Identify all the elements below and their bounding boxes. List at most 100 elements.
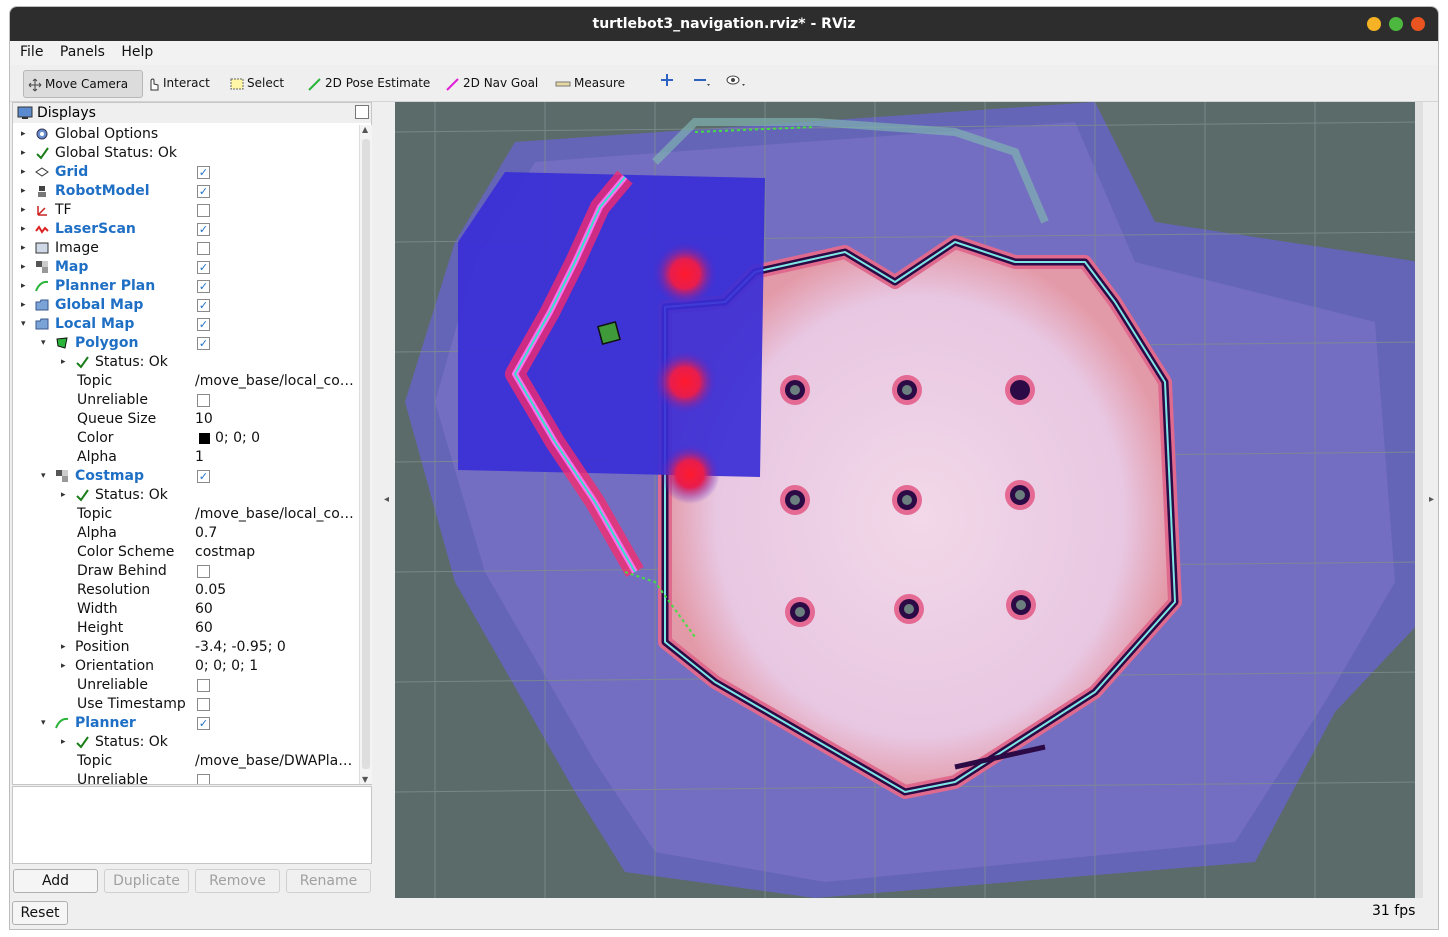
collapse-arrow-icon[interactable]: ▾ xyxy=(41,334,46,353)
undock-button[interactable] xyxy=(355,105,369,119)
property-value[interactable]: 0; 0; 0; 1 xyxy=(195,657,258,676)
close-button[interactable] xyxy=(1411,17,1425,31)
nav-goal-button[interactable]: 2D Nav Goal xyxy=(442,70,542,96)
expand-arrow-icon[interactable]: ▸ xyxy=(21,277,26,296)
property-value[interactable]: 0.05 xyxy=(195,581,226,600)
display-row[interactable]: Draw Behind xyxy=(13,562,359,581)
expand-arrow-icon[interactable]: ▸ xyxy=(61,657,66,676)
expand-arrow-icon[interactable]: ▸ xyxy=(21,144,26,163)
expand-arrow-icon[interactable]: ▸ xyxy=(21,220,26,239)
display-checkbox[interactable] xyxy=(197,679,210,692)
move-camera-button[interactable]: Move Camera xyxy=(23,70,143,98)
scrollbar-thumb[interactable] xyxy=(362,139,370,769)
display-row[interactable]: Color Scheme costmap xyxy=(13,543,359,562)
display-checkbox[interactable] xyxy=(197,565,210,578)
views-tool-button[interactable] xyxy=(722,70,752,96)
display-row[interactable]: ▸ Global Status: Ok xyxy=(13,144,359,163)
display-checkbox[interactable]: ✓ xyxy=(197,717,210,730)
display-row[interactable]: ▾ Costmap ✓ xyxy=(13,467,359,486)
display-checkbox[interactable] xyxy=(197,774,210,784)
interact-button[interactable]: Interact xyxy=(142,70,214,96)
display-checkbox[interactable]: ✓ xyxy=(197,280,210,293)
rename-button[interactable]: Rename xyxy=(286,869,371,893)
remove-button[interactable]: Remove xyxy=(195,869,280,893)
property-value[interactable]: 0.7 xyxy=(195,524,217,543)
scroll-down-arrow[interactable]: ▼ xyxy=(362,775,368,784)
property-value[interactable]: 0; 0; 0 xyxy=(215,429,260,448)
display-row[interactable]: Alpha 1 xyxy=(13,448,359,467)
display-row[interactable]: ▾ Planner ✓ xyxy=(13,714,359,733)
expand-arrow-icon[interactable]: ▸ xyxy=(61,638,66,657)
minimize-button[interactable] xyxy=(1367,17,1381,31)
display-row[interactable]: ▸ TF xyxy=(13,201,359,220)
display-row[interactable]: Queue Size 10 xyxy=(13,410,359,429)
display-row[interactable]: Color 0; 0; 0 xyxy=(13,429,359,448)
add-button[interactable]: Add xyxy=(13,869,98,893)
display-row[interactable]: Topic/move_base/local_co… xyxy=(13,372,359,391)
maximize-button[interactable] xyxy=(1389,17,1403,31)
display-row[interactable]: ▸ Position -3.4; -0.95; 0 xyxy=(13,638,359,657)
map-render[interactable] xyxy=(395,102,1423,898)
expand-arrow-icon[interactable]: ▸ xyxy=(61,733,66,752)
display-row[interactable]: ▸ Image xyxy=(13,239,359,258)
display-row[interactable]: ▸ RobotModel ✓ xyxy=(13,182,359,201)
collapse-left-arrow[interactable]: ◂ xyxy=(384,494,389,505)
remove-tool-button[interactable] xyxy=(689,70,715,96)
property-value[interactable]: /move_base/local_co… xyxy=(195,505,354,524)
expand-arrow-icon[interactable]: ▸ xyxy=(21,182,26,201)
display-row[interactable]: ▸ Map ✓ xyxy=(13,258,359,277)
property-value[interactable]: 1 xyxy=(195,448,204,467)
display-row[interactable]: Topic/move_base/DWAPla… xyxy=(13,752,359,771)
collapse-right-arrow[interactable]: ▸ xyxy=(1429,494,1434,505)
display-row[interactable]: ▸ Planner Plan ✓ xyxy=(13,277,359,296)
expand-arrow-icon[interactable]: ▸ xyxy=(21,163,26,182)
display-row[interactable]: Resolution 0.05 xyxy=(13,581,359,600)
display-checkbox[interactable] xyxy=(197,394,210,407)
display-row[interactable]: ▸ Orientation 0; 0; 0; 1 xyxy=(13,657,359,676)
display-row[interactable]: Width 60 xyxy=(13,600,359,619)
display-row[interactable]: ▸ Grid ✓ xyxy=(13,163,359,182)
display-checkbox[interactable]: ✓ xyxy=(197,166,210,179)
display-row[interactable]: Use Timestamp xyxy=(13,695,359,714)
display-checkbox[interactable] xyxy=(197,204,210,217)
expand-arrow-icon[interactable]: ▸ xyxy=(21,239,26,258)
display-row[interactable]: ▸ LaserScan ✓ xyxy=(13,220,359,239)
display-checkbox[interactable]: ✓ xyxy=(197,470,210,483)
property-value[interactable]: costmap xyxy=(195,543,255,562)
display-checkbox[interactable]: ✓ xyxy=(197,223,210,236)
display-row[interactable]: ▾ Polygon ✓ xyxy=(13,334,359,353)
property-value[interactable]: 60 xyxy=(195,619,213,638)
display-checkbox[interactable]: ✓ xyxy=(197,337,210,350)
menu-file[interactable]: File xyxy=(14,41,49,63)
display-row[interactable]: ▸ Status: Ok xyxy=(13,353,359,372)
menu-help[interactable]: Help xyxy=(115,41,159,63)
expand-arrow-icon[interactable]: ▸ xyxy=(21,296,26,315)
pose-estimate-button[interactable]: 2D Pose Estimate xyxy=(304,70,434,96)
scroll-up-arrow[interactable]: ▲ xyxy=(362,125,368,134)
add-tool-button[interactable] xyxy=(656,70,678,96)
property-value[interactable]: /move_base/DWAPla… xyxy=(195,752,352,771)
expand-arrow-icon[interactable]: ▸ xyxy=(21,125,26,144)
menu-panels[interactable]: Panels xyxy=(54,41,111,63)
duplicate-button[interactable]: Duplicate xyxy=(104,869,189,893)
displays-tree[interactable]: ▸ Global Options ▸ Global Status: Ok ▸ Grid ✓ ▸… xyxy=(13,125,359,784)
property-value[interactable]: /move_base/local_co… xyxy=(195,372,354,391)
display-row[interactable]: Topic/move_base/local_co… xyxy=(13,505,359,524)
collapse-arrow-icon[interactable]: ▾ xyxy=(41,467,46,486)
display-checkbox[interactable]: ✓ xyxy=(197,261,210,274)
display-row[interactable]: Alpha 0.7 xyxy=(13,524,359,543)
expand-arrow-icon[interactable]: ▸ xyxy=(21,201,26,220)
display-row[interactable]: ▸ Status: Ok xyxy=(13,733,359,752)
display-row[interactable]: ▾ Local Map ✓ xyxy=(13,315,359,334)
reset-button[interactable]: Reset xyxy=(12,901,68,925)
display-row[interactable]: Unreliable xyxy=(13,676,359,695)
display-checkbox[interactable]: ✓ xyxy=(197,299,210,312)
displays-scrollbar[interactable]: ▲ ▼ xyxy=(359,125,372,784)
expand-arrow-icon[interactable]: ▸ xyxy=(61,353,66,372)
collapse-arrow-icon[interactable]: ▾ xyxy=(41,714,46,733)
display-checkbox[interactable]: ✓ xyxy=(197,318,210,331)
property-value[interactable]: 60 xyxy=(195,600,213,619)
property-value[interactable]: 10 xyxy=(195,410,213,429)
expand-arrow-icon[interactable]: ▸ xyxy=(21,258,26,277)
display-checkbox[interactable]: ✓ xyxy=(197,185,210,198)
